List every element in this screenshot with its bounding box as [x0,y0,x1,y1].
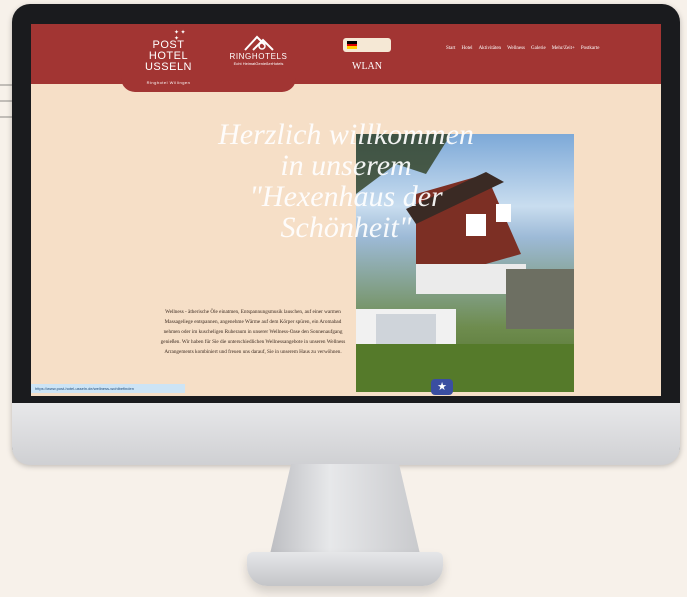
house-logo-icon [243,35,274,51]
post-hotel-logo[interactable]: POST HOTEL USSELN Ringhotel Willingen [131,40,206,88]
screen: ✦ ✦ ✦ POST HOTEL USSELN Ringhotel Willing… [31,24,661,396]
wellness-description: Wellness - ätherische Öle einatmen, Ents… [160,309,346,355]
nav-wellness[interactable]: Wellness [507,46,525,56]
site-header: ✦ ✦ ✦ POST HOTEL USSELN Ringhotel Willing… [31,24,661,92]
ringhotels-logo[interactable]: RINGHOTELS Echt HeimatGenießerHotels [216,34,301,66]
nav-start[interactable]: Start [446,46,455,56]
nav-hotel[interactable]: Hotel [461,46,472,56]
monitor-stand [270,464,420,554]
nav-postkarte[interactable]: Postkarte [581,46,600,56]
language-selector[interactable] [343,38,391,52]
main-nav: Start Hotel Aktivitäten Wellness Galerie… [446,46,599,56]
nav-aktivitaeten[interactable]: Aktivitäten [479,46,502,56]
wlan-link[interactable]: WLAN [343,61,391,72]
de-flag-icon [347,41,357,49]
star-badge-icon[interactable]: ★ [431,379,453,395]
monitor-chin [12,403,680,465]
nav-galerie[interactable]: Galerie [531,46,546,56]
status-url: https://www.post-hotel-usseln.de/wellnes… [31,384,185,393]
nav-mehrzeit[interactable]: Mehr/Zeit+ [552,46,575,56]
hero-title: Herzlich willkommen in unserem "Hexenhau… [218,118,474,244]
monitor-base [247,552,443,586]
